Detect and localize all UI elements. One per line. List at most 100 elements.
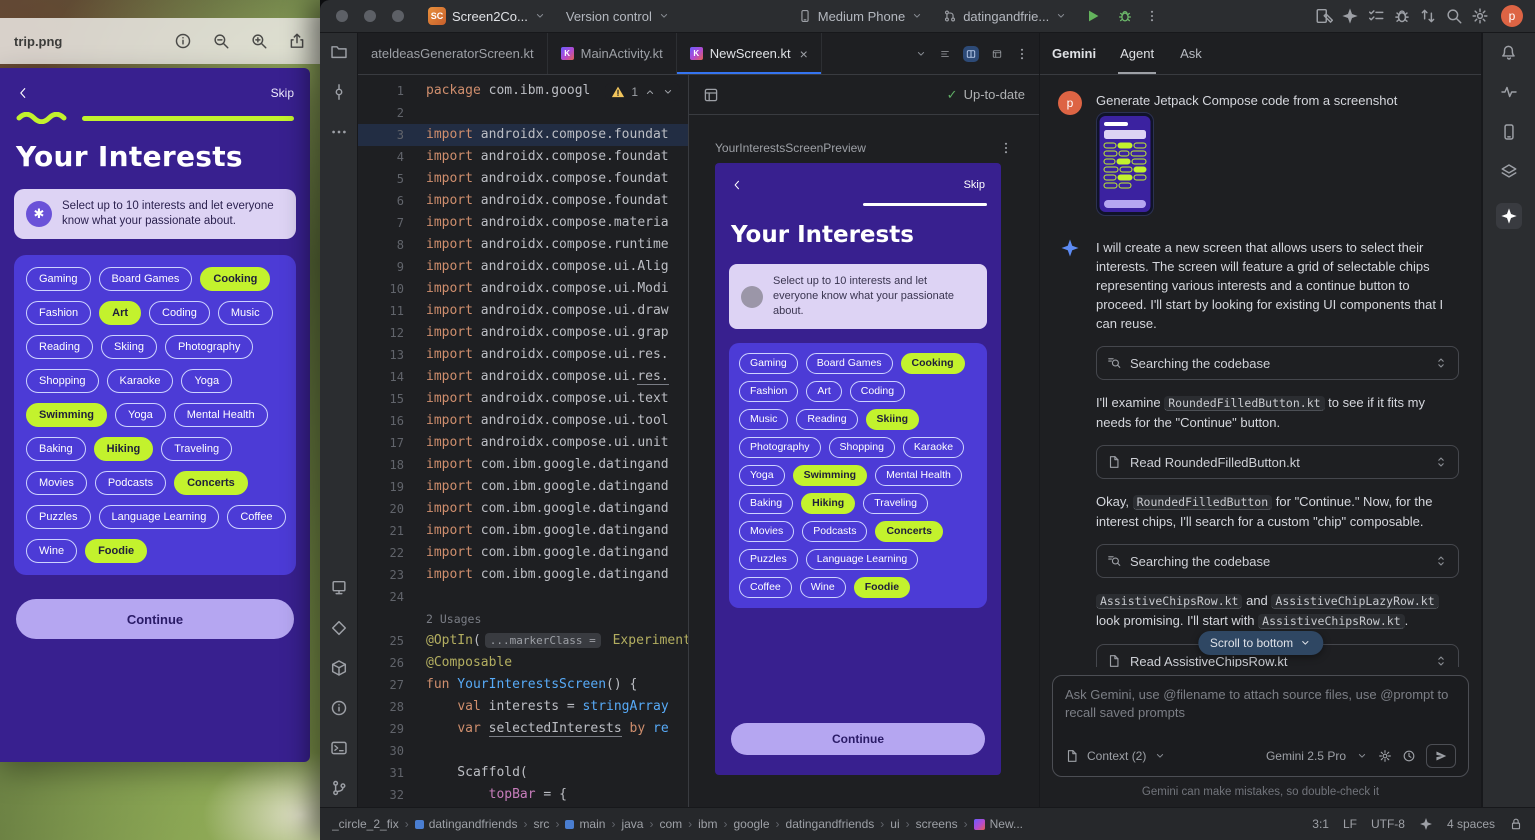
code-line[interactable]: 14import androidx.compose.ui.res. (358, 366, 688, 388)
code-line[interactable]: 27fun YourInterestsScreen() { (358, 674, 688, 696)
tab-ateldeasgeneratorscreen-kt[interactable]: ateldeasGeneratorScreen.kt (358, 33, 548, 74)
problems-icon[interactable] (330, 699, 348, 717)
code-line[interactable]: 11import androidx.compose.ui.draw (358, 300, 688, 322)
breadcrumb-com[interactable]: com (659, 817, 682, 831)
window-minimize-button[interactable] (364, 10, 376, 22)
line-number[interactable]: 6 (358, 190, 404, 212)
breadcrumb-google[interactable]: google (733, 817, 769, 831)
commit-icon[interactable] (330, 83, 348, 101)
code-line[interactable]: 15import androidx.compose.ui.text (358, 388, 688, 410)
task-list-icon[interactable] (1367, 7, 1385, 25)
code-line[interactable]: 32 topBar = { (358, 784, 688, 806)
bug-report-icon[interactable] (1393, 7, 1411, 25)
code-line[interactable]: 21import com.ibm.google.datingand (358, 520, 688, 542)
run-config-selector[interactable]: datingandfrie... (937, 6, 1073, 27)
terminal-icon[interactable] (330, 739, 348, 757)
tab-newscreen-kt[interactable]: KNewScreen.kt× (677, 33, 822, 74)
screenshot-thumbnail[interactable] (1096, 112, 1459, 221)
breadcrumb-datingandfriends[interactable]: datingandfriends (786, 817, 875, 831)
gemini-input-box[interactable]: Context (2) Gemini 2.5 Pro (1052, 675, 1469, 777)
line-number[interactable]: 20 (358, 498, 404, 520)
line-number[interactable]: 17 (358, 432, 404, 454)
code-line[interactable]: 26@Composable (358, 652, 688, 674)
gemini-icon[interactable] (1496, 203, 1522, 229)
code-line[interactable]: 7import androidx.compose.materia (358, 212, 688, 234)
editor-options-icon[interactable] (1015, 47, 1029, 61)
sync-branches-icon[interactable] (1419, 7, 1437, 25)
code-line[interactable]: 13import androidx.compose.ui.res. (358, 344, 688, 366)
line-number[interactable]: 4 (358, 146, 404, 168)
line-number[interactable]: 30 (358, 740, 404, 762)
vcs-widget[interactable]: Version control (560, 6, 676, 27)
line-number[interactable]: 28 (358, 696, 404, 718)
code-line[interactable]: 25@OptIn(...markerClass = Experiment (358, 630, 688, 652)
code-line[interactable]: 3import androidx.compose.foundat (358, 124, 688, 146)
line-number[interactable]: 29 (358, 718, 404, 740)
layout-inspector-icon[interactable] (1500, 163, 1518, 181)
code-line[interactable]: 5import androidx.compose.foundat (358, 168, 688, 190)
design-check-icon[interactable] (1315, 7, 1333, 25)
tool-card-read-roundedfilledbutton-kt[interactable]: Read RoundedFilledButton.kt (1096, 445, 1459, 479)
breadcrumb-circle-2-fix[interactable]: _circle_2_fix (332, 817, 399, 831)
tool-card-searching-the-codebase[interactable]: Searching the codebase (1096, 346, 1459, 380)
breadcrumb-ui[interactable]: ui (890, 817, 899, 831)
model-selector[interactable]: Gemini 2.5 Pro (1266, 749, 1346, 763)
user-avatar[interactable]: p (1501, 5, 1523, 27)
line-number[interactable]: 14 (358, 366, 404, 388)
breadcrumb-datingandfriends[interactable]: datingandfriends (415, 817, 518, 831)
code-line[interactable]: 19import com.ibm.google.datingand (358, 476, 688, 498)
code-editor[interactable]: 1 1package com.ibm.googl23import android… (358, 75, 688, 807)
line-number[interactable]: 5 (358, 168, 404, 190)
line-number[interactable]: 27 (358, 674, 404, 696)
line-number[interactable]: 2 (358, 102, 404, 124)
more-actions-icon[interactable] (1145, 9, 1159, 23)
line-number[interactable]: 21 (358, 520, 404, 542)
tab-mainactivity-kt[interactable]: KMainActivity.kt (548, 33, 677, 74)
inspections-widget[interactable]: 1 (605, 83, 680, 101)
gemini-chat[interactable]: pGenerate Jetpack Compose code from a sc… (1040, 75, 1481, 667)
lock-icon[interactable] (1509, 817, 1523, 831)
build-icon[interactable] (330, 659, 348, 677)
gemini-status-icon[interactable] (1419, 817, 1433, 831)
running-devices-icon[interactable] (330, 579, 348, 597)
line-number[interactable]: 24 (358, 586, 404, 608)
line-number[interactable]: 22 (358, 542, 404, 564)
share-icon[interactable] (288, 32, 306, 50)
line-number[interactable]: 7 (358, 212, 404, 234)
code-line[interactable]: 30 (358, 740, 688, 762)
file-encoding[interactable]: UTF-8 (1371, 817, 1405, 831)
debug-button[interactable] (1117, 8, 1133, 24)
split-mode-button[interactable] (963, 46, 979, 62)
line-separator[interactable]: LF (1343, 817, 1357, 831)
next-warning-icon[interactable] (662, 86, 674, 98)
code-line[interactable]: 2 Usages (358, 608, 688, 630)
notifications-icon[interactable] (1500, 43, 1518, 61)
breadcrumb-screens[interactable]: screens (916, 817, 958, 831)
code-line[interactable]: 18import com.ibm.google.datingand (358, 454, 688, 476)
line-number[interactable]: 18 (358, 454, 404, 476)
tab-agent[interactable]: Agent (1118, 33, 1156, 74)
code-line[interactable]: 28 val interests = stringArray (358, 696, 688, 718)
tab-ask[interactable]: Ask (1178, 33, 1204, 74)
device-selector[interactable]: Medium Phone (792, 6, 929, 27)
breadcrumb-new[interactable]: New... (974, 817, 1023, 831)
send-button[interactable] (1426, 744, 1456, 768)
code-line[interactable]: 10import androidx.compose.ui.Modi (358, 278, 688, 300)
line-number[interactable]: 23 (358, 564, 404, 586)
code-line[interactable]: 22import com.ibm.google.datingand (358, 542, 688, 564)
project-folder-icon[interactable] (330, 43, 348, 61)
structure-icon[interactable] (330, 619, 348, 637)
indent-setting[interactable]: 4 spaces (1447, 817, 1495, 831)
close-icon[interactable]: × (800, 46, 808, 62)
project-selector[interactable]: SC Screen2Co... (422, 4, 552, 28)
run-button[interactable] (1085, 8, 1101, 24)
zoom-out-icon[interactable] (212, 32, 230, 50)
code-line[interactable]: 31 Scaffold( (358, 762, 688, 784)
settings-icon[interactable] (1471, 7, 1489, 25)
design-mode-button[interactable] (989, 46, 1005, 62)
line-number[interactable]: 13 (358, 344, 404, 366)
code-line[interactable]: 23import com.ibm.google.datingand (358, 564, 688, 586)
window-close-button[interactable] (336, 10, 348, 22)
code-line[interactable]: 9import androidx.compose.ui.Alig (358, 256, 688, 278)
tool-card-searching-the-codebase[interactable]: Searching the codebase (1096, 544, 1459, 578)
